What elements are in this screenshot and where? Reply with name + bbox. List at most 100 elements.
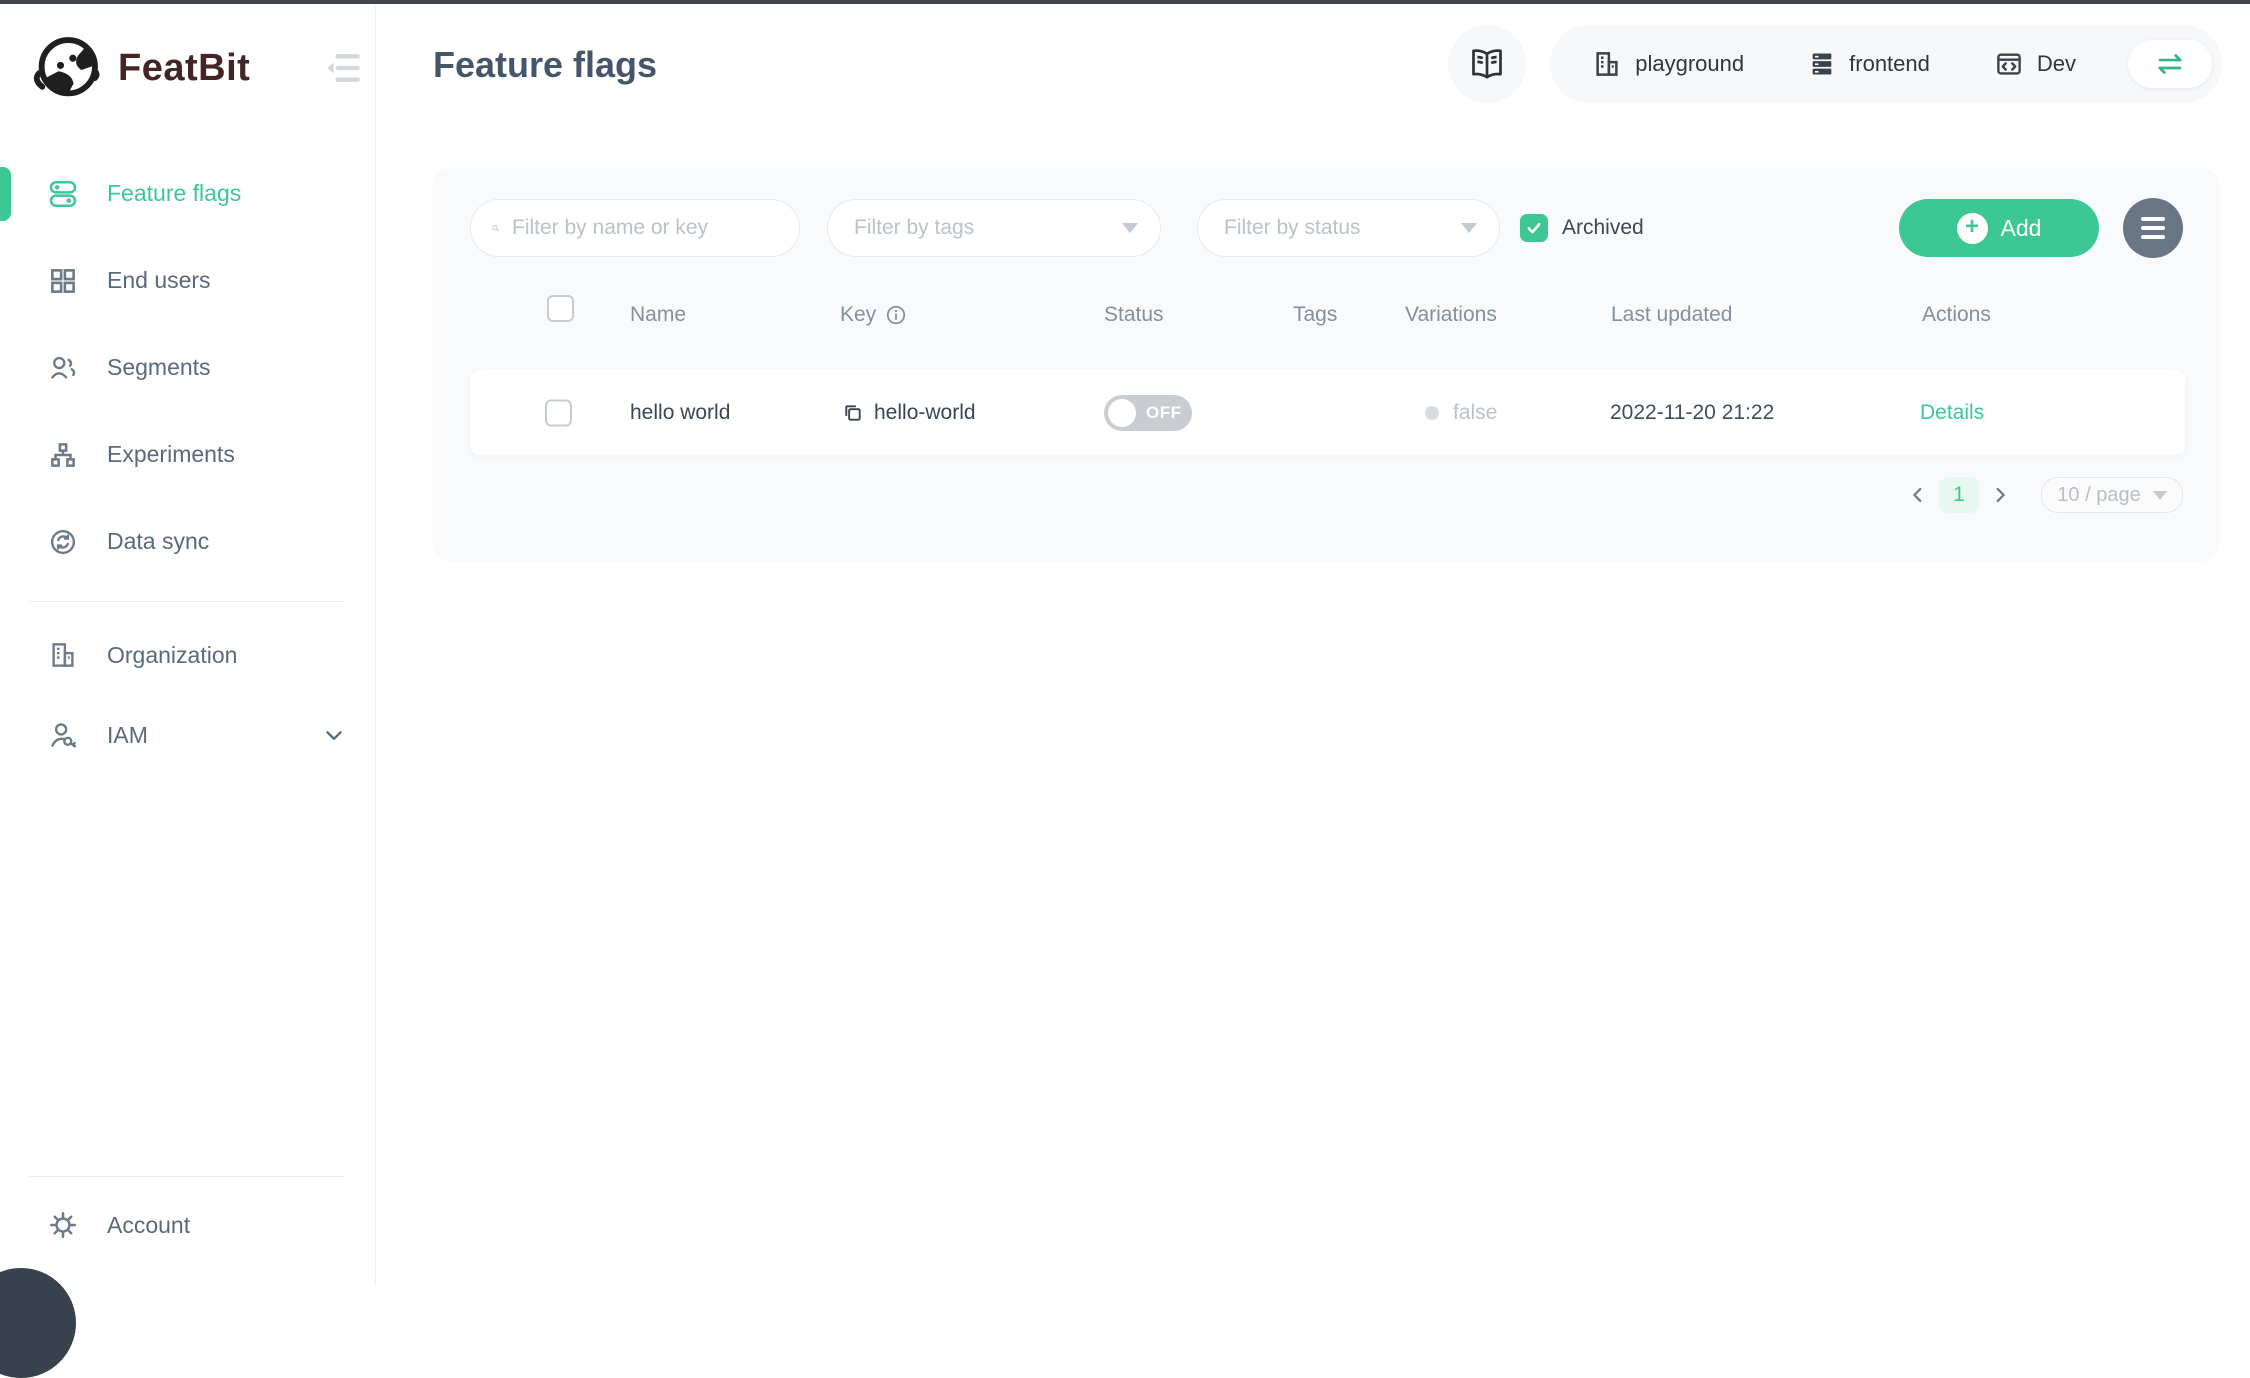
chevron-down-icon [321,722,347,748]
archived-checkbox[interactable] [1520,214,1548,242]
status-toggle[interactable]: OFF [1104,395,1192,431]
sidebar-item-account[interactable]: Account [0,1177,375,1273]
toggle-state-label: OFF [1146,403,1182,423]
project-icon [1592,49,1622,79]
sidebar-collapse-icon[interactable] [321,48,361,88]
row-checkbox[interactable] [545,399,572,426]
list-menu-button[interactable] [2123,198,2183,258]
swap-icon [2153,47,2187,81]
sidebar-item-experiments[interactable]: Experiments [0,411,375,498]
column-header-status: Status [1104,295,1164,335]
toggle-knob [1108,399,1136,427]
caret-down-icon [1122,223,1138,233]
sidebar-secondary-nav: Organization IAM [0,615,375,775]
flag-key: hello-world [874,401,976,425]
caret-down-icon [2153,491,2167,500]
add-button[interactable]: + Add [1899,199,2099,257]
search-icon [491,216,500,240]
server-icon [1808,50,1836,78]
column-header-variations: Variations [1405,295,1497,335]
chevron-right-icon [1989,484,2011,506]
search-box[interactable] [470,199,800,257]
flag-key-cell: hello-world [841,401,976,425]
status-filter-select[interactable]: Filter by status [1197,199,1500,257]
header-controls: playground frontend Dev [1448,25,2222,103]
account-section: Account [0,1160,375,1285]
prev-page-button[interactable] [1903,477,1933,513]
table-header: Name Key Status Tags Variations Last upd… [433,295,2219,335]
sidebar-item-segments[interactable]: Segments [0,324,375,411]
project-name: playground [1635,51,1744,77]
sidebar-item-label: Data sync [107,528,209,555]
check-icon [1525,219,1543,237]
archived-label: Archived [1562,216,1644,240]
tags-filter-select[interactable]: Filter by tags [827,199,1161,257]
sync-icon [47,526,79,558]
column-header-last-updated: Last updated [1611,295,1732,335]
docs-button[interactable] [1448,25,1526,103]
sidebar: FeatBit Feature flags [0,4,376,1285]
sidebar-item-label: Segments [107,354,211,381]
env-selector[interactable]: Dev [1994,49,2076,79]
status-filter-placeholder: Filter by status [1224,216,1461,240]
pagination: 1 10 / page [1903,477,2183,513]
plus-icon: + [1957,213,1988,244]
caret-down-icon [1461,223,1477,233]
flag-name: hello world [630,401,730,425]
select-all-checkbox[interactable] [547,295,574,322]
sidebar-item-end-users[interactable]: End users [0,237,375,324]
toggles-icon [47,178,79,210]
code-window-icon [1994,49,2024,79]
table-row: hello world hello-world OFF false 2022-1… [470,370,2185,455]
grid-icon [47,265,79,297]
sidebar-item-iam[interactable]: IAM [0,695,375,775]
tags-filter-placeholder: Filter by tags [854,216,1122,240]
main-content: Feature flags playground [377,4,2250,1285]
sidebar-item-data-sync[interactable]: Data sync [0,498,375,585]
copy-icon[interactable] [841,401,864,424]
sidebar-item-label: IAM [107,722,148,749]
environment-switcher: playground frontend Dev [1550,25,2222,103]
column-header-actions: Actions [1922,295,1991,335]
column-header-key: Key [840,295,907,335]
sitemap-icon [47,439,79,471]
featbit-logo-icon [28,29,106,107]
switch-environment-button[interactable] [2128,40,2212,88]
sidebar-divider [28,601,345,602]
sidebar-item-label: Account [107,1212,190,1239]
sidebar-item-label: Feature flags [107,180,241,207]
gear-icon [47,1209,79,1241]
column-header-name: Name [630,295,686,335]
sidebar-item-label: End users [107,267,211,294]
hamburger-icon [2141,217,2165,221]
sidebar-item-feature-flags[interactable]: Feature flags [0,150,375,237]
info-icon[interactable] [885,304,907,326]
page-size-value: 10 / page [2057,484,2140,507]
sidebar-item-label: Experiments [107,441,235,468]
page-title: Feature flags [433,44,657,86]
logo-row: FeatBit [0,4,375,132]
sidebar-item-label: Organization [107,642,237,669]
project-selector[interactable]: playground [1592,49,1744,79]
service-selector[interactable]: frontend [1808,50,1930,78]
variation-dot-icon [1425,406,1439,420]
brand-name: FeatBit [118,47,250,90]
archived-checkbox-wrap[interactable]: Archived [1520,214,1644,242]
details-link[interactable]: Details [1920,401,1984,425]
column-header-tags: Tags [1293,295,1337,335]
page-number[interactable]: 1 [1939,477,1979,513]
feature-flags-panel: Filter by tags Filter by status Archived… [433,168,2219,560]
sidebar-nav: Feature flags End users Segments [0,150,375,585]
next-page-button[interactable] [1985,477,2015,513]
env-name: Dev [2037,51,2076,77]
sidebar-item-organization[interactable]: Organization [0,615,375,695]
variation-value: false [1453,401,1497,425]
chevron-left-icon [1907,484,1929,506]
user-key-icon [47,719,79,751]
add-button-label: Add [2001,215,2042,242]
service-name: frontend [1849,51,1930,77]
page-size-select[interactable]: 10 / page [2041,477,2183,513]
search-input[interactable] [512,216,783,240]
users-icon [47,352,79,384]
variation-cell: false [1425,401,1497,425]
